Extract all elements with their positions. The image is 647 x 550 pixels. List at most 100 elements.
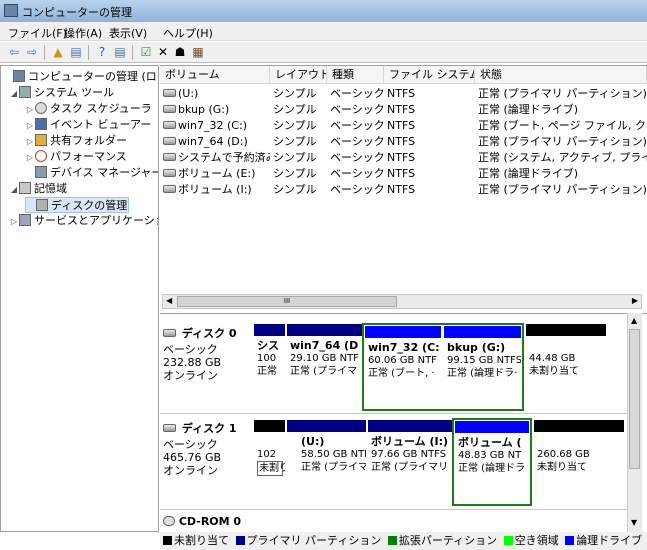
device-manager-icon xyxy=(35,166,47,178)
column-header-layout[interactable]: レイアウト xyxy=(270,66,327,84)
window-title: コンピューターの管理 xyxy=(22,6,132,19)
table-row[interactable]: (U:) シンプル ベーシック NTFS 正常 (プライマリ パーティション) xyxy=(160,86,647,102)
partition-volume-e[interactable]: ボリューム (48.83 GB NT 正常 (論理ドラ xyxy=(455,421,529,503)
table-row[interactable]: win7_64 (D:) シンプル ベーシック NTFS 正常 (プライマリ パ… xyxy=(160,134,647,150)
expand-arrow-icon[interactable]: ▷ xyxy=(25,134,35,150)
title-bar: コンピューターの管理 xyxy=(0,0,647,22)
back-arrow-icon[interactable]: ⇦ xyxy=(6,45,22,60)
disk-type: ベーシック xyxy=(163,438,218,451)
expand-arrow-icon[interactable]: ▷ xyxy=(25,118,35,134)
partition-bar xyxy=(287,420,366,432)
delete-icon[interactable]: ✕ xyxy=(155,45,171,60)
legend-swatch xyxy=(565,536,575,545)
column-header-filesystem[interactable]: ファイル システム xyxy=(384,66,475,84)
disk-size: 465.76 GB xyxy=(163,451,222,464)
expand-arrow-icon[interactable]: ▷ xyxy=(9,214,19,230)
partition-u[interactable]: (U:)58.50 GB NTFS正常 (プライマリ xyxy=(287,420,366,505)
help-icon[interactable]: ? xyxy=(94,45,110,60)
collapse-arrow-icon[interactable]: ◢ xyxy=(9,182,19,198)
table-row[interactable]: win7_32 (C:) シンプル ベーシック NTFS 正常 (ブート, ペー… xyxy=(160,118,647,134)
disk-management-icon xyxy=(36,199,48,211)
clock-icon xyxy=(35,102,47,114)
disk-divider xyxy=(160,509,627,510)
partition-system-reserved[interactable]: シス 100 正常 xyxy=(254,324,285,409)
partition-bar xyxy=(526,324,606,336)
tree-item-storage[interactable]: ◢ 記憶域 xyxy=(9,181,67,197)
legend-label: 論理ドライブ xyxy=(576,534,643,547)
disk-view-icon[interactable]: ▦ xyxy=(190,45,206,60)
table-row[interactable]: システムで予約済み シンプル ベーシック NTFS 正常 (システム, アクティ… xyxy=(160,150,647,166)
volume-list: ボリューム レイアウト 種類 ファイル システム 状態 (U:) シンプル ベー… xyxy=(160,65,647,311)
tree-item-device-manager[interactable]: デバイス マネージャー xyxy=(25,165,158,181)
disk-0-info[interactable]: ディスク 0 ベーシック 232.88 GB オンライン xyxy=(163,327,250,382)
computer-icon xyxy=(13,70,25,82)
up-folder-icon[interactable]: ▲ xyxy=(50,45,66,60)
forward-arrow-icon[interactable]: ⇨ xyxy=(24,45,40,60)
partition-unallocated[interactable]: 260.68 GB 未割り当て xyxy=(534,420,624,505)
legend-label: 拡張パーティション xyxy=(398,534,498,547)
scroll-right-icon[interactable]: ▶ xyxy=(632,296,638,305)
column-header-type[interactable]: 種類 xyxy=(327,66,384,84)
scrollbar-thumb[interactable]: III xyxy=(177,296,397,307)
table-row[interactable]: ボリューム (I:) シンプル ベーシック NTFS 正常 (プライマリ パーテ… xyxy=(160,182,647,198)
tree-item-services-applications[interactable]: ▷ サービスとアプリケーショ xyxy=(9,213,158,230)
partition-win7-32[interactable]: win7_32 (C: 60.06 GB NTF 正常 (ブート, · xyxy=(365,326,441,408)
disk-name: CD-ROM 0 xyxy=(178,515,242,528)
tree-item-disk-management[interactable]: ディスクの管理 xyxy=(25,197,129,213)
legend-swatch xyxy=(163,536,172,545)
scroll-down-icon[interactable]: ▼ xyxy=(631,518,637,527)
partition-bkup[interactable]: bkup (G:) 99.15 GB NTFS 正常 (論理ドラ· xyxy=(444,326,521,408)
toolbar-divider xyxy=(132,45,133,60)
menu-view[interactable]: 表示(V) xyxy=(109,25,147,41)
tree-item-event-viewer[interactable]: ▷ イベント ビューアー xyxy=(25,117,151,133)
partition-unallocated[interactable]: 44.48 GB 未割り当て xyxy=(526,324,606,409)
table-row[interactable]: bkup (G:) シンプル ベーシック NTFS 正常 (論理ドライブ) xyxy=(160,102,647,118)
column-header-status[interactable]: 状態 xyxy=(475,66,647,84)
menu-bar: ファイル(F) 操作(A) 表示(V) ヘルプ(H) xyxy=(0,22,647,41)
partition-bar xyxy=(287,324,362,336)
legend-swatch xyxy=(235,536,245,545)
disk-state: オンライン xyxy=(163,369,218,382)
expand-arrow-icon[interactable]: ▷ xyxy=(25,150,35,166)
scroll-up-icon[interactable]: ▲ xyxy=(631,316,637,325)
partition-win7-64[interactable]: win7_64 (D 29.10 GB NTF 正常 (プライマ xyxy=(287,324,362,409)
graphical-vertical-scrollbar[interactable]: ▲ ▼ xyxy=(627,313,642,532)
legend-label: 未割り当て xyxy=(174,534,229,547)
tree-item-task-scheduler[interactable]: ▷ タスク スケジューラ xyxy=(25,101,152,117)
menu-file[interactable]: ファイル(F) xyxy=(8,25,67,41)
disk-name: ディスク 0 xyxy=(181,327,237,340)
menu-help[interactable]: ヘルプ(H) xyxy=(163,25,213,41)
tree-item-shared-folders[interactable]: ▷ 共有フォルダー xyxy=(25,133,127,149)
disk-1-info[interactable]: ディスク 1 ベーシック 465.76 GB オンライン xyxy=(163,422,250,477)
check-icon[interactable]: ☑ xyxy=(138,45,154,60)
disk-type: ベーシック xyxy=(163,343,218,356)
drive-icon xyxy=(163,153,176,161)
column-header-volume[interactable]: ボリューム xyxy=(160,66,270,84)
collapse-arrow-icon[interactable]: ◢ xyxy=(9,86,19,102)
partition-legend: 未割り当て プライマリ パーティション 拡張パーティション 空き領域 論理ドライ… xyxy=(160,532,647,550)
drive-icon xyxy=(163,185,176,193)
drive-icon xyxy=(163,121,176,129)
tree-item-computer-management[interactable]: コンピューターの管理 (ローカ xyxy=(3,69,158,85)
list-horizontal-scrollbar[interactable]: ◀ III ▶ xyxy=(162,294,642,309)
show-tree-icon[interactable]: ▤ xyxy=(68,45,84,60)
cdrom-0-info[interactable]: CD-ROM 0 xyxy=(163,515,250,531)
expand-arrow-icon[interactable]: ▷ xyxy=(25,102,35,118)
scroll-left-icon[interactable]: ◀ xyxy=(166,296,172,305)
partition-volume-i[interactable]: ボリューム (I:) 97.66 GB NTFS 正常 (プライマリ xyxy=(368,420,452,505)
scrollbar-thumb[interactable] xyxy=(629,329,640,469)
event-viewer-icon xyxy=(35,118,47,130)
partition-unallocated[interactable]: 102未割り当て xyxy=(254,420,285,505)
properties-icon[interactable]: ☗ xyxy=(172,45,188,60)
tree-item-performance[interactable]: ▷ パフォーマンス xyxy=(25,149,127,165)
menu-action[interactable]: 操作(A) xyxy=(64,25,102,41)
navigation-tree: コンピューターの管理 (ローカ ◢システム ツール ▷タスク スケジューラ ▷イ… xyxy=(0,65,159,532)
toolbar-divider xyxy=(88,45,89,60)
tree-item-system-tools[interactable]: ◢ システム ツール xyxy=(9,85,114,101)
disk-icon xyxy=(163,424,176,432)
partition-bar xyxy=(455,421,529,433)
table-row[interactable]: ボリューム (E:) シンプル ベーシック NTFS 正常 (論理ドライブ) xyxy=(160,166,647,182)
disk-state: オンライン xyxy=(163,464,218,477)
services-icon xyxy=(19,214,31,226)
view-icon[interactable]: ▤ xyxy=(112,45,128,60)
